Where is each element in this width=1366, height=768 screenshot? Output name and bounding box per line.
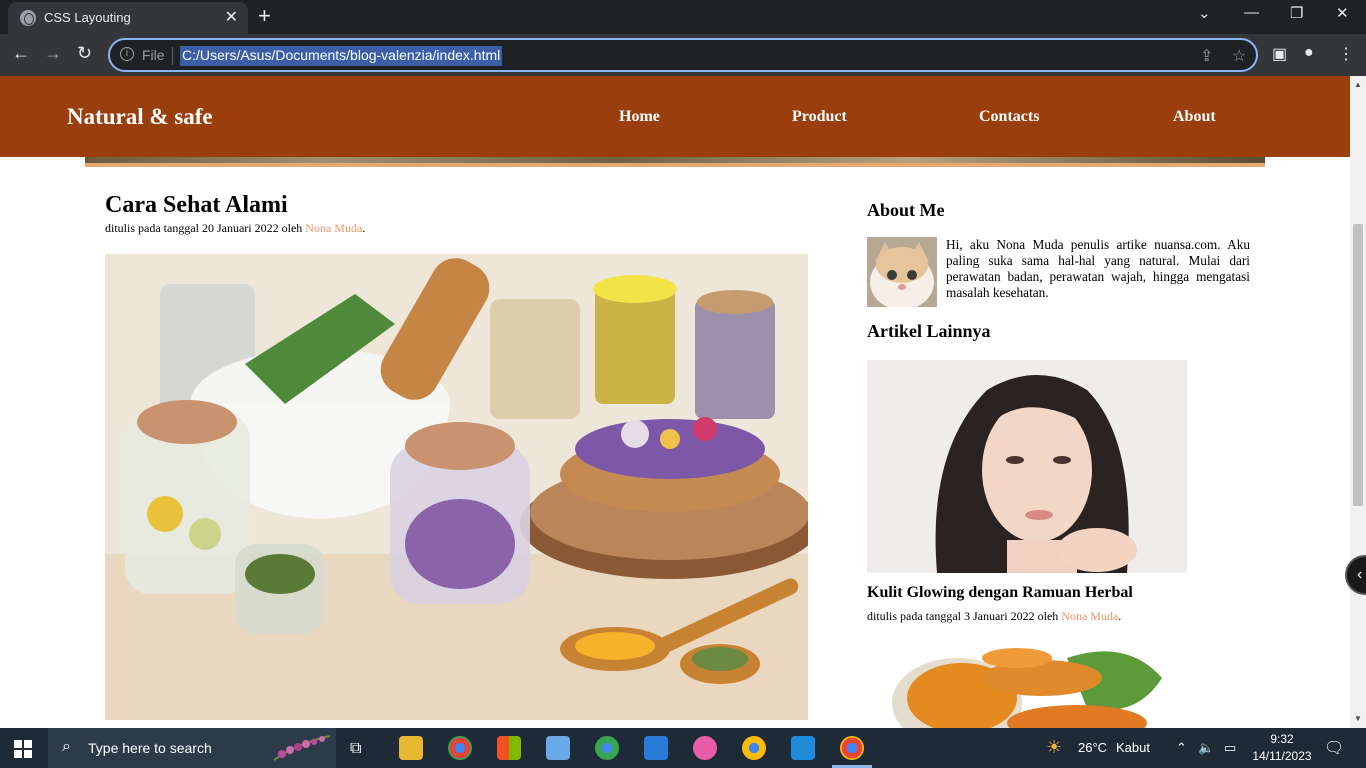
scrollbar-thumb[interactable] [1353,224,1363,506]
search-icon: ⌕ [62,738,71,755]
side-panel-icon[interactable]: ▣ [1272,44,1287,64]
file-explorer-icon[interactable] [399,736,423,760]
hero-banner-edge [85,157,1265,167]
restore-button[interactable]: ❐ [1290,4,1303,22]
weather-temp[interactable]: 26°C [1078,740,1107,755]
search-highlight-flower-icon [273,735,331,761]
chrome-active-icon[interactable] [832,736,872,768]
scroll-up-arrow-icon[interactable]: ▲ [1354,80,1362,89]
globe-icon [20,10,36,26]
browser-toolbar: ← → ↻ i File C:/Users/Asus/Documents/blo… [0,34,1366,76]
article-thumbnail-turmeric[interactable] [867,648,1187,728]
article-title[interactable]: Kulit Glowing dengan Ramuan Herbal [867,584,1250,602]
clock-time: 9:32 [1270,732,1294,746]
page-scrollbar[interactable]: ▲ ▼ [1350,76,1366,728]
network-icon[interactable]: ▭ [1224,740,1236,756]
sidebar: About Me Hi, aku Nona Muda penulis artik… [867,200,1250,728]
post-meta: ditulis pada tanggal 20 Januari 2022 ole… [105,221,809,236]
nav-about[interactable]: About [1173,108,1216,126]
avatar-cat-image [867,237,937,307]
article-meta-suffix: . [1118,609,1122,623]
cube-app-icon[interactable] [546,736,570,760]
mail-icon[interactable] [644,736,668,760]
article-author-link[interactable]: Nona Muda [1061,609,1118,623]
info-icon[interactable]: i [120,47,134,61]
post-image-herbs [105,254,808,720]
new-tab-button[interactable]: + [258,3,271,29]
about-title: About Me [867,200,945,220]
vscode-icon[interactable] [791,736,815,760]
profile-icon[interactable]: ● [1304,44,1314,62]
taskbar-search-box[interactable]: ⌕ Type here to search [48,728,336,768]
taskbar-clock[interactable]: 9:32 14/11/2023 [1252,731,1312,765]
forward-button[interactable]: → [44,43,62,64]
about-text: Hi, aku Nona Muda penulis artike nuansa.… [946,237,1250,300]
browser-tab-bar: CSS Layouting ✕ + ⌄ — ❐ ✕ [0,0,1366,34]
menu-kebab-icon[interactable]: ⋮ [1338,44,1354,64]
post-meta-suffix: . [362,220,366,235]
tab-title: CSS Layouting [44,10,131,25]
weather-icon: ☀ [1046,737,1063,757]
scroll-down-arrow-icon[interactable]: ▼ [1354,714,1362,723]
browser-tab[interactable]: CSS Layouting ✕ [8,2,248,34]
reload-button[interactable]: ↻ [77,43,92,64]
task-view-icon[interactable]: ⧉ [350,740,361,758]
about-block: Hi, aku Nona Muda penulis artike nuansa.… [867,237,1250,307]
windows-start-icon[interactable] [14,740,32,758]
microsoft-store-icon[interactable] [497,736,521,760]
article-meta: ditulis pada tanggal 3 Januari 2022 oleh… [867,609,1250,624]
nav-product[interactable]: Product [792,108,847,126]
other-articles-title: Artikel Lainnya [867,321,991,341]
article-thumbnail-woman[interactable] [867,360,1187,573]
back-button[interactable]: ← [12,43,30,64]
close-tab-icon[interactable]: ✕ [225,7,238,27]
site-brand[interactable]: Natural & safe [67,104,213,130]
site-header: Natural & safe Home Product Contacts Abo… [0,76,1350,157]
post-title: Cara Sehat Alami [105,192,288,218]
address-bar[interactable]: i File C:/Users/Asus/Documents/blog-vale… [108,38,1258,72]
tray-chevron-up-icon[interactable]: ⌃ [1176,740,1187,756]
post-author-link[interactable]: Nona Muda [305,221,362,235]
weather-text[interactable]: Kabut [1116,740,1150,755]
article-meta-text: ditulis pada tanggal 3 Januari 2022 oleh [867,609,1062,623]
minimize-button[interactable]: — [1244,4,1259,21]
url-scheme: File [142,47,165,63]
windows-taskbar: ⌕ Type here to search ⧉ ☀ 26°C Kabut ⌃ 🔈… [0,728,1366,768]
chrome-profile-icon[interactable] [595,736,619,760]
notification-icon[interactable]: 🗨 [1324,738,1344,758]
clock-date: 14/11/2023 [1252,749,1312,763]
bookmark-star-icon[interactable]: ☆ [1232,46,1246,66]
divider [172,47,173,65]
chrome-icon[interactable] [448,736,472,760]
main-post: Cara Sehat Alami ditulis pada tanggal 20… [105,191,809,720]
heart-app-icon[interactable] [693,736,717,760]
tab-search-icon[interactable]: ⌄ [1198,4,1211,22]
post-meta-text: ditulis pada tanggal 20 Januari 2022 ole… [105,220,306,235]
chrome-alt-icon[interactable] [742,736,766,760]
nav-contacts[interactable]: Contacts [979,108,1039,126]
url-text[interactable]: C:/Users/Asus/Documents/blog-valenzia/in… [180,46,503,66]
volume-icon[interactable]: 🔈 [1198,740,1214,756]
nav-home[interactable]: Home [619,108,660,126]
taskbar-search-placeholder: Type here to search [88,740,212,756]
close-window-button[interactable]: ✕ [1336,4,1349,22]
page-viewport: Natural & safe Home Product Contacts Abo… [0,76,1350,728]
share-icon[interactable]: ⇪ [1200,46,1213,66]
